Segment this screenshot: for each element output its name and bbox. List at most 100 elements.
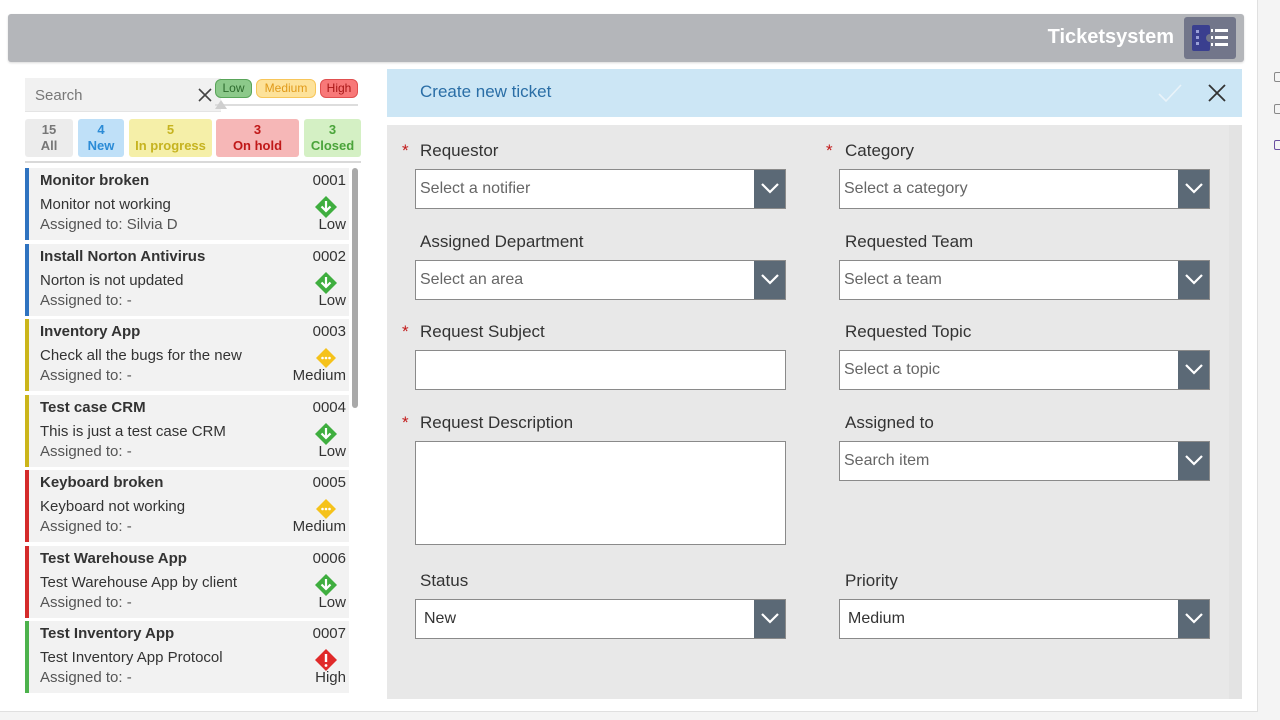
ticket-priority: Low xyxy=(318,442,346,460)
priority-dropdown[interactable]: Medium xyxy=(839,599,1210,639)
ticket-title: Monitor broken xyxy=(40,172,150,189)
tabs-divider xyxy=(25,161,361,163)
ticket-item[interactable]: Inventory App 0003 Check all the bugs for … xyxy=(25,319,349,391)
search-box xyxy=(25,78,221,112)
priority-slider-handle[interactable] xyxy=(215,100,227,109)
tab-label: New xyxy=(87,138,115,153)
ticket-description: Check all the bugs for the new xyxy=(40,347,242,364)
search-input[interactable] xyxy=(25,78,185,112)
tab-count: 3 xyxy=(253,122,262,137)
form-title: Create new ticket xyxy=(420,82,552,101)
priority-label: Priority xyxy=(845,571,898,590)
ticket-priority: Low xyxy=(318,216,346,233)
required-marker: * xyxy=(402,413,409,432)
ticket-priority: Low xyxy=(318,593,346,611)
close-icon[interactable] xyxy=(195,85,215,105)
form-header: Create new ticket xyxy=(387,69,1242,117)
ticket-assignee: Assigned to: - xyxy=(40,367,132,384)
ticket-title: Keyboard broken xyxy=(40,474,164,491)
ticket-id: 0002 xyxy=(312,247,346,265)
ticket-item[interactable]: Test Warehouse App 0006 Test Warehouse App… xyxy=(25,545,349,618)
ticket-item[interactable]: Monitor broken 0001 Monitor not working Ass… xyxy=(25,168,349,240)
tab-label: Closed xyxy=(310,138,355,153)
app-title: Ticketsystem xyxy=(1047,26,1174,48)
tab-label: All xyxy=(40,138,58,153)
category-dropdown[interactable]: Select a category xyxy=(839,169,1210,209)
chevron-down-icon[interactable] xyxy=(754,261,785,299)
ticket-id: 0001 xyxy=(312,172,346,189)
create-ticket-form: Create new ticket * Requestor Select a n… xyxy=(387,69,1242,699)
chevron-down-icon[interactable] xyxy=(1178,351,1209,389)
priority-filter-medium[interactable]: Medium xyxy=(256,79,316,98)
ticket-id: 0003 xyxy=(312,323,346,340)
tab-closed[interactable]: 3 Closed xyxy=(304,119,361,157)
ticket-list-icon xyxy=(1184,17,1236,59)
ticket-id: 0006 xyxy=(312,549,346,567)
team-dropdown[interactable]: Select a team xyxy=(839,260,1210,300)
tab-count: 5 xyxy=(166,122,175,137)
priority-slider-track[interactable] xyxy=(215,104,358,106)
requestor-label: Requestor xyxy=(420,141,499,160)
dropdown-value: Medium xyxy=(848,610,905,627)
status-dropdown[interactable]: New xyxy=(415,599,786,639)
tab-all[interactable]: 15 All xyxy=(25,119,73,157)
calendar-icon[interactable] xyxy=(1274,140,1280,150)
chevron-down-icon[interactable] xyxy=(1178,442,1209,480)
ticket-priority: Medium xyxy=(292,367,346,384)
tab-count: 4 xyxy=(97,122,105,137)
priority-filter-low[interactable]: Low xyxy=(215,79,252,98)
ticket-id: 0004 xyxy=(312,398,346,416)
required-marker: * xyxy=(402,322,409,341)
ticket-item[interactable]: Test Inventory App 0007 Test Inventory App… xyxy=(25,621,349,693)
department-dropdown[interactable]: Select an area xyxy=(415,260,786,300)
dropdown-placeholder: Select an area xyxy=(420,271,524,288)
required-marker: * xyxy=(402,141,409,160)
status-tabs: 15 All 4 New 5 In progress 3 On hold 3 C… xyxy=(25,119,361,157)
scrollbar[interactable] xyxy=(352,168,358,408)
ticket-item[interactable]: Keyboard broken 0005 Keyboard not working A… xyxy=(25,470,349,542)
topic-dropdown[interactable]: Select a topic xyxy=(839,350,1210,390)
form-divider xyxy=(387,117,1242,125)
priority-filter-high[interactable]: High xyxy=(320,79,358,98)
tab-on-hold[interactable]: 3 On hold xyxy=(216,119,299,157)
tab-in-progress[interactable]: 5 In progress xyxy=(129,119,212,157)
ticket-assignee: Assigned to: - xyxy=(40,442,132,460)
dropdown-placeholder: Select a notifier xyxy=(420,180,531,197)
ticket-title: Inventory App xyxy=(40,323,141,340)
close-icon[interactable] xyxy=(1205,81,1229,105)
required-marker: * xyxy=(826,141,833,160)
chevron-down-icon[interactable] xyxy=(1178,600,1209,638)
description-textarea[interactable] xyxy=(415,441,786,545)
square-icon[interactable] xyxy=(1274,72,1280,82)
description-label: Request Description xyxy=(420,413,574,432)
tab-new[interactable]: 4 New xyxy=(78,119,124,157)
requestor-dropdown[interactable]: Select a notifier xyxy=(415,169,786,209)
ticket-list-panel: Low Medium High 15 All 4 New 5 In progre… xyxy=(10,68,376,694)
ticket-description: Norton is not updated xyxy=(40,271,184,289)
ticket-id: 0005 xyxy=(312,474,346,491)
dropdown-placeholder: Select a category xyxy=(844,180,968,197)
ticket-item[interactable]: Install Norton Antivirus 0002 Norton is no… xyxy=(25,243,349,316)
tab-label: In progress xyxy=(135,138,206,153)
chevron-down-icon[interactable] xyxy=(1178,261,1209,299)
ticket-title: Test Warehouse App xyxy=(40,549,187,567)
chevron-down-icon[interactable] xyxy=(754,600,785,638)
category-label: Category xyxy=(845,141,914,160)
department-label: Assigned Department xyxy=(420,232,584,251)
topic-label: Requested Topic xyxy=(845,322,972,341)
check-icon[interactable] xyxy=(1157,81,1183,105)
subject-label: Request Subject xyxy=(420,322,545,341)
chevron-down-icon[interactable] xyxy=(754,170,785,208)
square-icon[interactable] xyxy=(1274,104,1280,114)
dropdown-placeholder: Select a topic xyxy=(844,361,941,378)
subject-input[interactable] xyxy=(415,350,786,390)
chevron-down-icon[interactable] xyxy=(1178,170,1209,208)
ticket-description: Keyboard not working xyxy=(40,498,186,515)
ticket-item[interactable]: Test case CRM 0004 This is just a test cas… xyxy=(25,394,349,467)
status-label: Status xyxy=(420,571,469,590)
dropdown-placeholder: Select a team xyxy=(844,271,942,288)
assigned-to-combobox[interactable]: Search item xyxy=(839,441,1210,481)
ticket-assignee: Assigned to: - xyxy=(40,291,132,309)
ticket-assignee: Assigned to: Silvia D xyxy=(40,216,178,233)
ticket-assignee: Assigned to: - xyxy=(40,518,132,535)
